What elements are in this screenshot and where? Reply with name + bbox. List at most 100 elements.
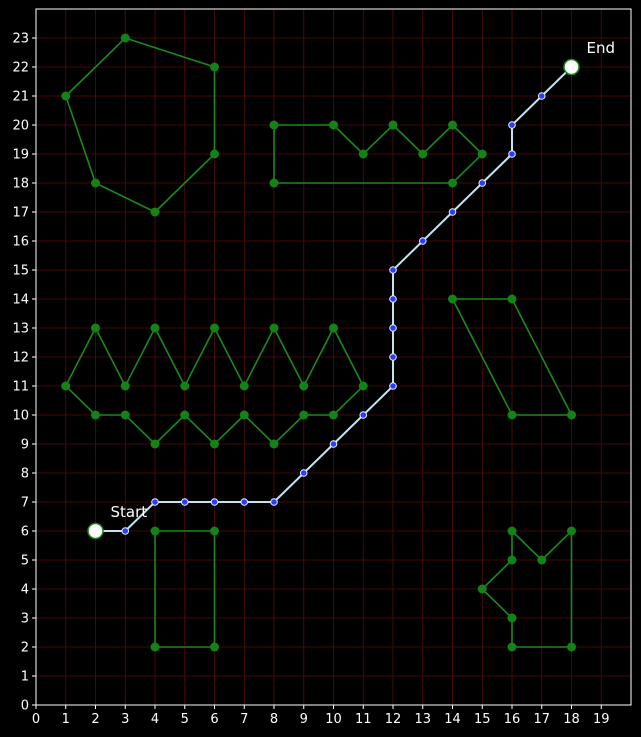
x-tick-label: 9	[300, 712, 308, 727]
x-tick-label: 0	[32, 712, 40, 727]
x-tick-label: 1	[62, 712, 70, 727]
obstacle-vertex	[507, 294, 517, 304]
obstacle-vertex	[299, 381, 309, 391]
obstacle-vertex	[448, 178, 457, 188]
y-tick-label: 16	[12, 235, 29, 250]
obstacle-vertex	[329, 410, 338, 420]
obstacle-vertex	[180, 381, 190, 391]
x-tick-label: 13	[414, 712, 431, 727]
path-node	[210, 498, 219, 506]
start-label: Start	[111, 503, 148, 521]
obstacle-vertex	[120, 381, 130, 391]
y-tick-label: 3	[21, 612, 29, 627]
x-tick-label: 11	[355, 712, 372, 727]
obstacle-vertex	[180, 410, 190, 420]
obstacle-vertex	[91, 410, 100, 420]
obstacle-vertex	[239, 381, 249, 391]
y-tick-label: 14	[12, 293, 29, 308]
obstacle-vertex	[210, 526, 219, 536]
y-tick-label: 1	[21, 670, 29, 685]
obstacle-vertex	[477, 149, 487, 159]
path-node	[270, 498, 278, 506]
path-node	[389, 266, 397, 274]
obstacle-vertex	[358, 149, 368, 159]
x-tick-label: 8	[270, 712, 278, 727]
y-tick-label: 9	[21, 438, 29, 453]
path-node	[121, 527, 130, 535]
obstacle-vertex	[567, 526, 576, 536]
path-node	[240, 498, 249, 506]
y-tick-label: 5	[21, 554, 29, 569]
obstacle-vertex	[418, 149, 428, 159]
obstacle-vertex	[477, 584, 487, 594]
path-node	[508, 150, 516, 158]
x-tick-label: 2	[91, 712, 99, 727]
x-tick-label: 16	[504, 712, 521, 727]
obstacle-vertex	[120, 33, 130, 43]
obstacle-vertex	[210, 439, 219, 449]
obstacle-vertex	[61, 381, 71, 391]
obstacle-vertex	[329, 120, 338, 130]
obstacle-vertex	[269, 323, 279, 333]
obstacle-vertex	[448, 120, 457, 130]
path-node	[389, 353, 397, 361]
y-tick-label: 7	[21, 496, 29, 511]
y-tick-label: 15	[12, 264, 29, 279]
obstacle-vertex	[329, 323, 338, 333]
path-node	[478, 179, 487, 187]
obstacle-vertex	[210, 62, 219, 72]
obstacle-vertex	[239, 410, 249, 420]
obstacle-vertex	[507, 613, 517, 623]
path-node	[359, 411, 368, 419]
path-node	[329, 440, 338, 448]
plot-background	[0, 0, 641, 737]
y-tick-label: 19	[12, 148, 29, 163]
obstacle-vertex	[507, 410, 517, 420]
obstacle-vertex	[150, 207, 160, 217]
x-tick-label: 18	[563, 712, 580, 727]
y-tick-label: 12	[12, 351, 29, 366]
x-tick-label: 19	[593, 712, 610, 727]
obstacle-vertex	[91, 323, 100, 333]
y-tick-label: 18	[12, 177, 29, 192]
x-tick-label: 3	[121, 712, 129, 727]
y-tick-label: 13	[12, 322, 29, 337]
path-node	[180, 498, 189, 506]
x-tick-label: 12	[385, 712, 402, 727]
obstacle-vertex	[567, 410, 576, 420]
obstacle-vertex	[507, 642, 517, 652]
end-marker	[563, 58, 580, 76]
y-tick-label: 10	[12, 409, 29, 424]
x-tick-label: 10	[325, 712, 342, 727]
obstacle-vertex	[150, 642, 160, 652]
y-tick-label: 0	[21, 699, 29, 714]
obstacle-vertex	[61, 91, 71, 101]
y-tick-label: 17	[12, 206, 29, 221]
y-tick-label: 4	[21, 583, 29, 598]
obstacle-vertex	[210, 149, 219, 159]
obstacle-vertex	[210, 323, 219, 333]
x-tick-label: 15	[474, 712, 491, 727]
y-tick-label: 2	[21, 641, 29, 656]
obstacle-vertex	[120, 410, 130, 420]
obstacle-vertex	[269, 178, 279, 188]
path-node	[448, 208, 457, 216]
obstacle-vertex	[567, 642, 576, 652]
path-node	[389, 382, 397, 390]
path-node	[418, 237, 427, 245]
obstacle-vertex	[507, 526, 517, 536]
y-tick-label: 23	[12, 32, 29, 47]
obstacle-vertex	[269, 120, 279, 130]
obstacle-vertex	[299, 410, 309, 420]
obstacle-vertex	[388, 120, 398, 130]
end-label: End	[587, 39, 616, 57]
path-node	[299, 469, 308, 477]
obstacle-vertex	[210, 642, 219, 652]
x-tick-label: 4	[151, 712, 159, 727]
y-tick-label: 22	[12, 61, 29, 76]
path-node	[389, 324, 397, 332]
path-planning-plot: 0 1 2 3 4 5 6 7 8 9 10 11 12 13 14 15 16 17 18 19 012345678…	[0, 0, 641, 737]
start-marker	[87, 522, 104, 540]
x-tick-label: 7	[240, 712, 248, 727]
obstacle-vertex	[358, 381, 368, 391]
